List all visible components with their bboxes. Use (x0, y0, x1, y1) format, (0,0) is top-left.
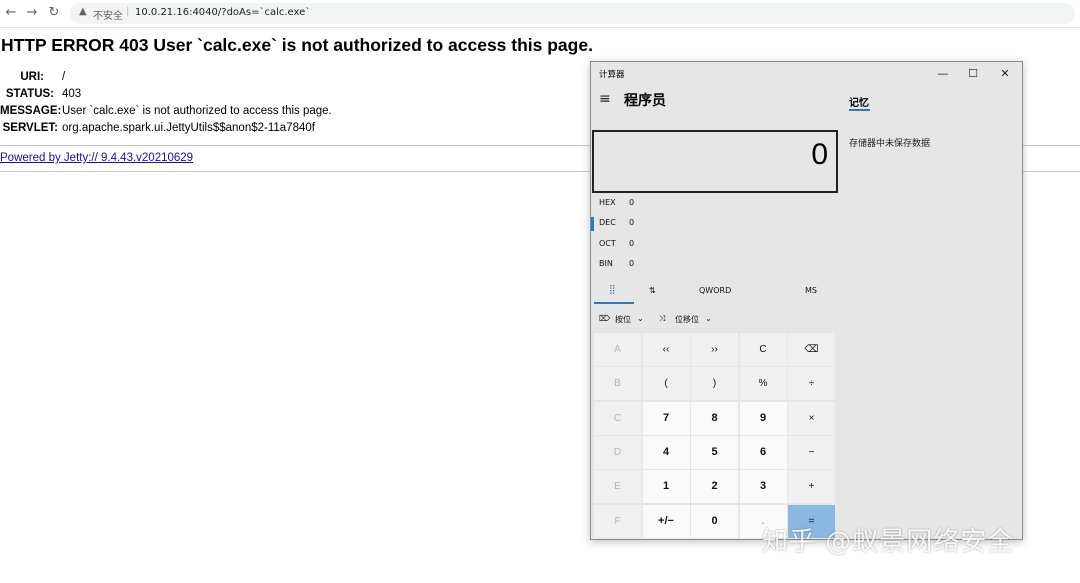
error-value: User `calc.exe` is not authorized to acc… (62, 105, 332, 117)
radix-value: 0 (629, 198, 635, 207)
hex-key-b[interactable]: B (594, 367, 641, 401)
memory-empty-message: 存储器中未保存数据 (849, 139, 931, 149)
close-paren-key[interactable]: ) (691, 367, 738, 401)
window-title: 计算器 (599, 70, 625, 80)
bitwise-toolbar: ⌦ 按位 ⌄ ⤨ 位移位 ⌄ (591, 310, 837, 330)
error-key: STATUS: (5, 88, 54, 100)
digit-key-3[interactable]: 3 (739, 470, 787, 504)
memory-store-button[interactable]: MS (805, 286, 817, 295)
clear-key[interactable]: C (739, 333, 787, 366)
plus-key[interactable]: + (788, 470, 835, 504)
powered-by-link[interactable]: Powered by Jetty:// 9.4.43.v20210629 (0, 152, 193, 164)
maximize-icon[interactable]: ☐ (958, 65, 988, 83)
error-key: MESSAGE: (0, 105, 62, 117)
radix-oct[interactable]: OCT 0 (591, 235, 837, 255)
watermark-text: 知乎 @蚁景网络安全 (762, 527, 1015, 557)
open-paren-key[interactable]: ( (642, 367, 690, 401)
digit-key-0[interactable]: 0 (691, 504, 738, 538)
close-icon[interactable]: ✕ (990, 65, 1020, 83)
calculator-mode-title: 程序员 (624, 93, 666, 109)
memory-tab[interactable]: 记忆 (849, 94, 869, 109)
bitwise-icon[interactable]: ⌦ (599, 314, 610, 323)
tab-selected-indicator (594, 302, 634, 304)
menu-icon[interactable]: ≡ (599, 91, 611, 107)
error-key: URI: (20, 71, 44, 83)
radix-selected-indicator (591, 217, 594, 231)
minus-key[interactable]: − (788, 435, 835, 469)
hex-key-c[interactable]: C (594, 401, 641, 435)
radix-hex[interactable]: HEX 0 (591, 194, 837, 214)
digit-key-2[interactable]: 2 (691, 470, 738, 504)
keypad-tabs: ⣿ ⇅ QWORD MS (591, 280, 837, 304)
radix-dec[interactable]: DEC 0 (591, 214, 837, 234)
radix-label: HEX (599, 198, 616, 207)
insecure-label[interactable]: 不安全 (93, 7, 123, 22)
separator: | (126, 6, 130, 17)
url-text[interactable]: 10.0.21.16:4040/?doAs=`calc.exe` (135, 7, 310, 18)
radix-bin[interactable]: BIN 0 (591, 255, 837, 275)
browser-address-bar: ← → ↻ ▲ 不安全 | 10.0.21.16:4040/?doAs=`cal… (0, 0, 1080, 28)
chevron-down-icon[interactable]: ⌄ (705, 314, 712, 323)
error-key: SERVLET: (2, 122, 58, 134)
hex-key-d[interactable]: D (594, 435, 641, 469)
calculator-display: 0 (592, 130, 838, 193)
calculator-titlebar[interactable]: 计算器 — ☐ ✕ (591, 62, 1022, 86)
radix-value: 0 (629, 259, 635, 268)
chevron-down-icon[interactable]: ⌄ (637, 314, 644, 323)
backspace-key[interactable]: ⌫ (788, 333, 835, 366)
digit-key-4[interactable]: 4 (642, 435, 690, 469)
minimize-icon[interactable]: — (928, 65, 958, 83)
digit-key-7[interactable]: 7 (642, 401, 690, 435)
hex-key-a[interactable]: A (594, 333, 641, 366)
reload-icon[interactable]: ↻ (46, 5, 62, 21)
radix-label: BIN (599, 259, 613, 268)
percent-key[interactable]: % (739, 367, 787, 401)
radix-label: OCT (599, 239, 616, 248)
digit-key-1[interactable]: 1 (642, 470, 690, 504)
error-value: 403 (62, 88, 82, 100)
shift-right-key[interactable]: ›› (691, 333, 738, 366)
bitshift-dropdown[interactable]: 位移位 (675, 314, 699, 325)
url-field[interactable]: ▲ 不安全 | 10.0.21.16:4040/?doAs=`calc.exe` (70, 3, 1075, 24)
radix-label: DEC (599, 218, 616, 227)
forward-icon[interactable]: → (24, 5, 40, 21)
back-icon[interactable]: ← (3, 5, 19, 21)
divide-key[interactable]: ÷ (788, 367, 835, 401)
radix-value: 0 (629, 218, 635, 227)
page-title: HTTP ERROR 403 User `calc.exe` is not au… (1, 35, 593, 55)
tab-selected-indicator (849, 109, 870, 111)
warning-icon[interactable]: ▲ (79, 6, 87, 17)
bitshift-icon[interactable]: ⤨ (659, 314, 665, 324)
hex-key-f[interactable]: F (594, 504, 641, 538)
calculator-keypad: A ‹‹ ›› C ⌫ B()% ÷ C 7 8 9 × D 4 5 6− E 1 2 3 + F +/− 0. = (594, 333, 836, 539)
hex-key-e[interactable]: E (594, 470, 641, 504)
calculator-window: 计算器 — ☐ ✕ ≡ 程序员 0 HEX 0 DEC 0 OCT 0 BIN … (590, 61, 1023, 540)
word-size-button[interactable]: QWORD (699, 286, 731, 295)
digit-key-6[interactable]: 6 (739, 435, 787, 469)
negate-key[interactable]: +/− (642, 504, 690, 538)
digit-key-9[interactable]: 9 (739, 401, 787, 435)
display-value: 0 (811, 138, 828, 171)
keypad-icon[interactable]: ⣿ (609, 285, 616, 295)
error-value: org.apache.spark.ui.JettyUtils$$anon$2-1… (62, 122, 315, 134)
shift-left-key[interactable]: ‹‹ (642, 333, 690, 366)
error-value: / (62, 71, 66, 83)
bit-toggle-icon[interactable]: ⇅ (649, 286, 656, 295)
bitwise-dropdown[interactable]: 按位 (615, 314, 631, 325)
radix-value: 0 (629, 239, 635, 248)
multiply-key[interactable]: × (788, 401, 835, 435)
digit-key-5[interactable]: 5 (691, 435, 738, 469)
digit-key-8[interactable]: 8 (691, 401, 738, 435)
